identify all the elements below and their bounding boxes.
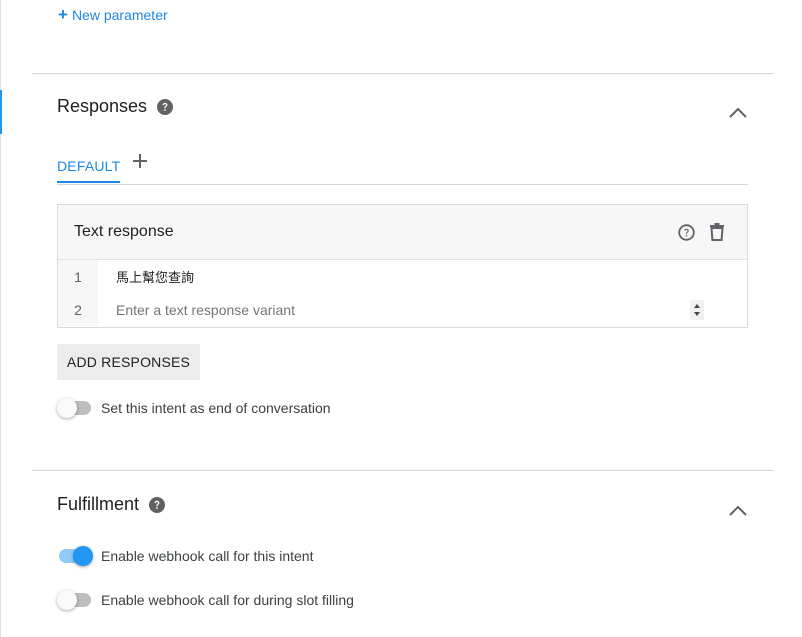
responses-header: Responses: [57, 96, 174, 117]
toggle-knob: [73, 546, 93, 566]
end-conversation-toggle[interactable]: [57, 398, 93, 418]
fulfillment-title: Fulfillment: [57, 494, 140, 514]
response-row-1: 1 馬上幫您查詢: [58, 260, 747, 293]
webhook-slot-filling-label: Enable webhook call for during slot fill…: [101, 592, 354, 608]
response-text[interactable]: 馬上幫您查詢: [98, 260, 194, 293]
add-responses-button[interactable]: ADD RESPONSES: [57, 344, 200, 380]
text-response-card: Text response 1 馬上幫您查詢 2: [57, 204, 748, 328]
row-number: 1: [58, 260, 98, 293]
section-divider: [32, 73, 773, 74]
spinner-arrows-icon[interactable]: [690, 300, 704, 320]
tab-default[interactable]: DEFAULT: [57, 150, 121, 183]
collapse-responses-chevron-up-icon[interactable]: [728, 106, 748, 118]
trash-icon[interactable]: [709, 223, 725, 241]
response-variant-input[interactable]: [98, 293, 678, 326]
section-divider: [32, 470, 773, 471]
add-tab-plus-icon[interactable]: [131, 152, 149, 170]
response-row-2: 2: [58, 293, 747, 326]
responses-title: Responses: [57, 96, 148, 116]
help-icon[interactable]: [149, 496, 166, 513]
response-tabs: DEFAULT: [57, 150, 748, 185]
webhook-intent-toggle[interactable]: [57, 546, 93, 566]
collapse-fulfillment-chevron-up-icon[interactable]: [728, 504, 748, 516]
help-icon[interactable]: [157, 98, 174, 115]
row-number: 2: [58, 293, 98, 326]
toggle-knob: [57, 590, 77, 610]
plus-icon: +: [58, 4, 68, 24]
text-response-header: Text response: [58, 205, 747, 260]
active-section-indicator: [0, 90, 2, 134]
toggle-knob: [57, 398, 77, 418]
fulfillment-header: Fulfillment: [57, 494, 166, 515]
text-response-title: Text response: [74, 223, 174, 240]
new-parameter-link[interactable]: + New parameter: [58, 5, 168, 25]
webhook-slot-filling-toggle[interactable]: [57, 590, 93, 610]
new-parameter-label: New parameter: [71, 7, 168, 23]
help-circle-icon[interactable]: [678, 224, 695, 241]
webhook-intent-label: Enable webhook call for this intent: [101, 548, 314, 564]
end-conversation-label: Set this intent as end of conversation: [101, 400, 331, 416]
